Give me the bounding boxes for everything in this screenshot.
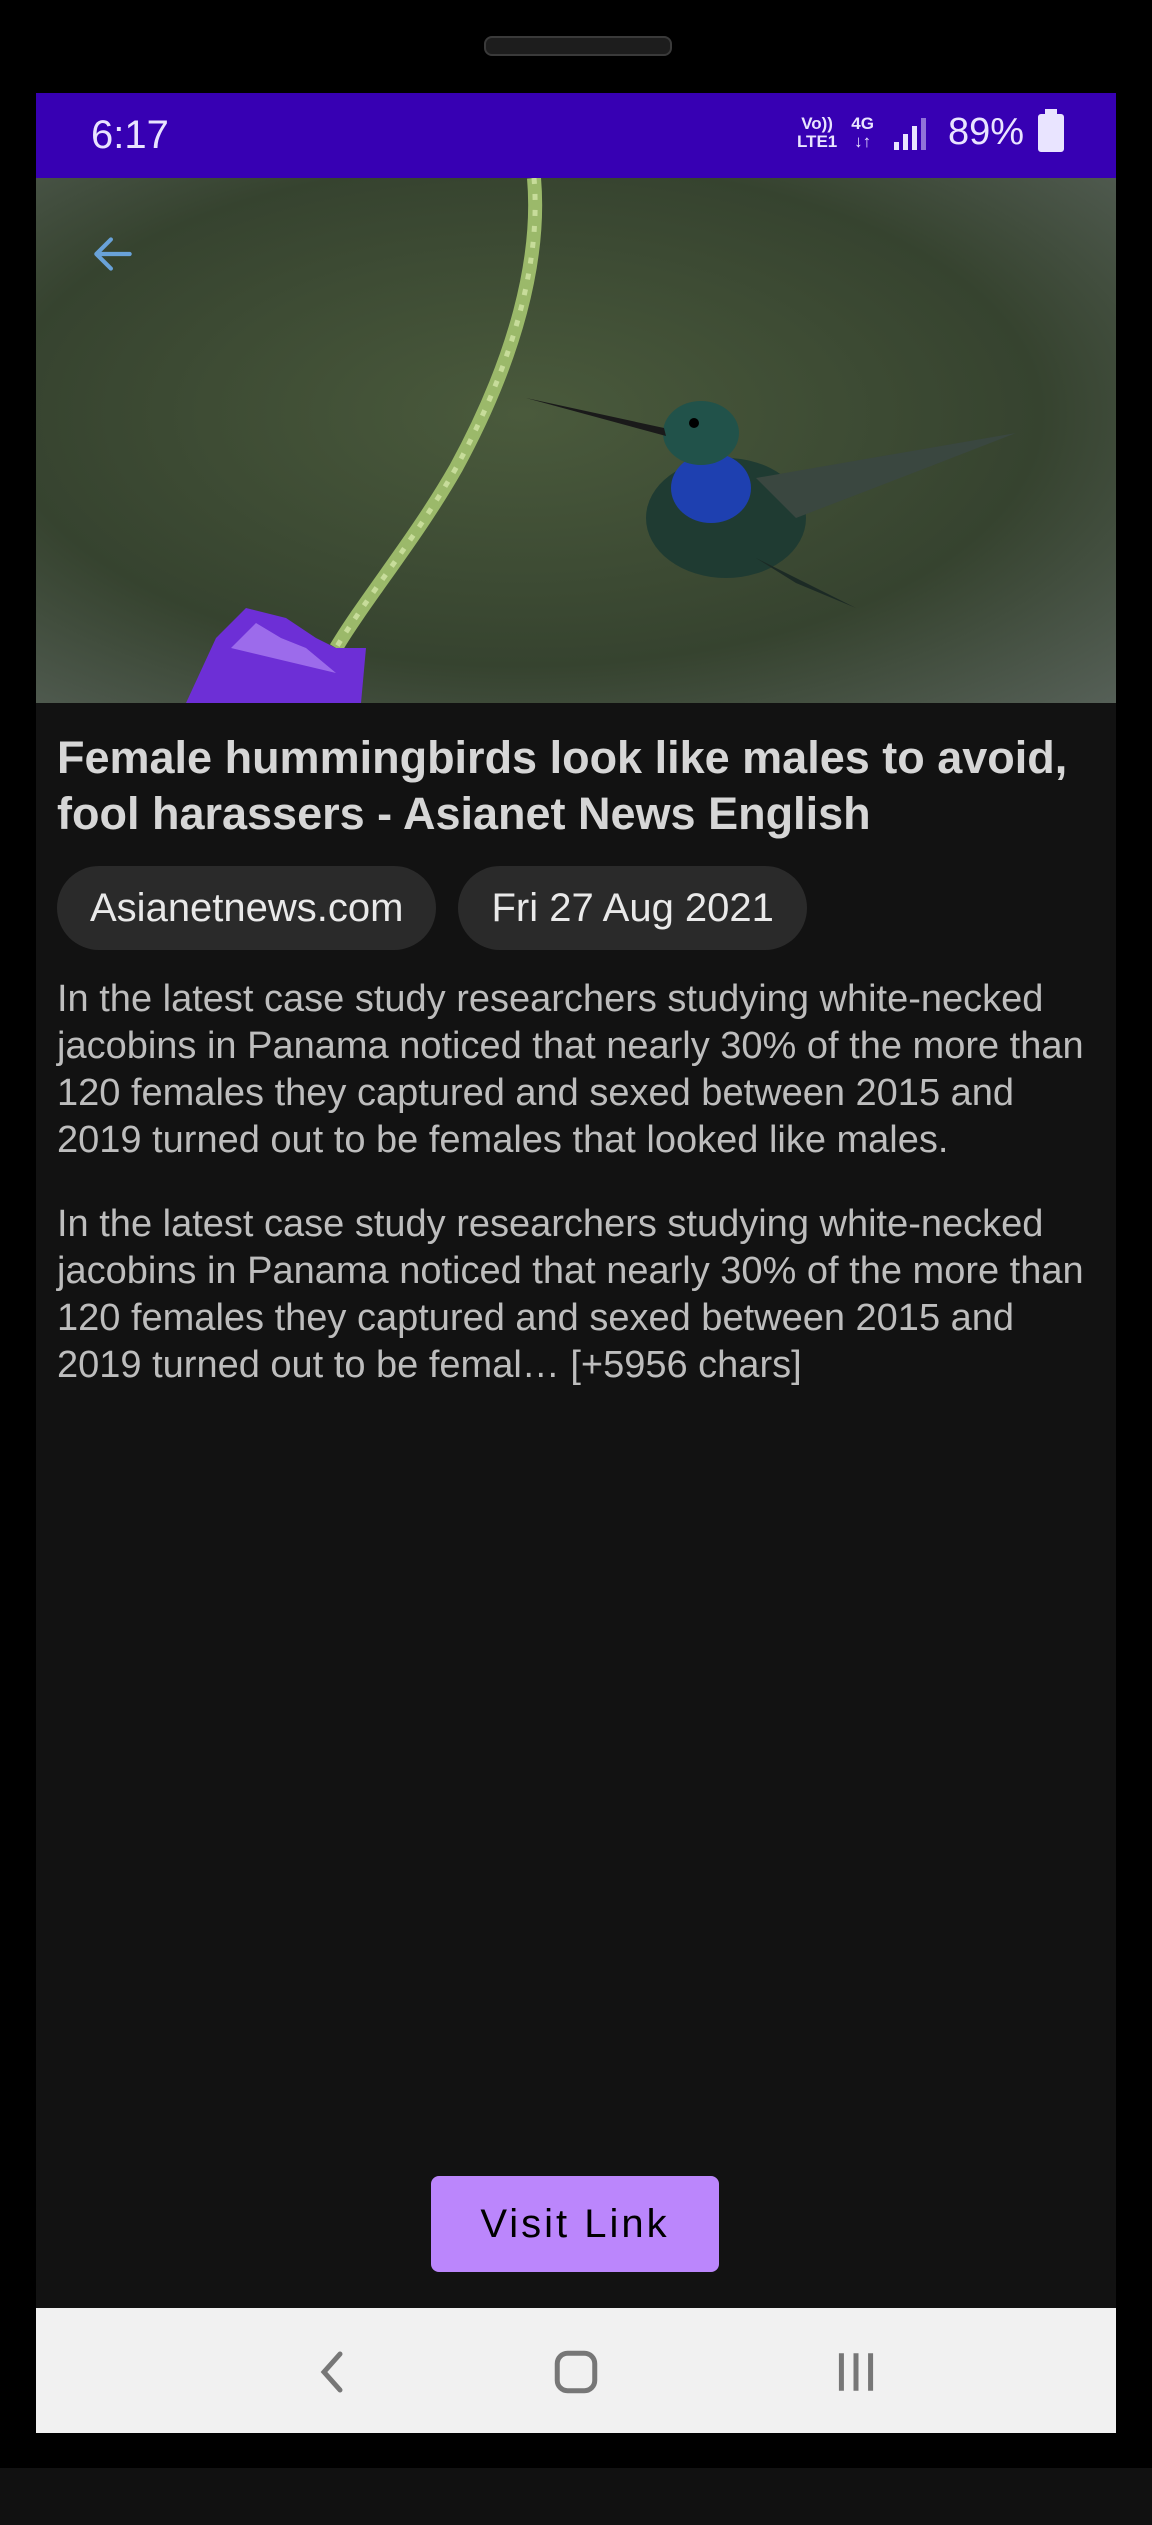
article-title: Female hummingbirds look like males to a… bbox=[57, 732, 1068, 839]
article-body: In the latest case study researchers stu… bbox=[57, 1203, 1084, 1386]
status-time: 6:17 bbox=[91, 113, 169, 157]
nav-recents-button[interactable] bbox=[826, 2342, 886, 2402]
data-arrows-icon: ↓↑ bbox=[854, 131, 872, 151]
article-description: In the latest case study researchers stu… bbox=[57, 978, 1084, 1161]
volte-indicator: Vo)) LTE1 bbox=[796, 113, 838, 151]
article-image bbox=[36, 178, 1116, 703]
visit-link-button[interactable]: Visit Link bbox=[431, 2176, 719, 2272]
article-meta: Asianetnews.com Fri 27 Aug 2021 bbox=[57, 866, 1097, 950]
signal-icon bbox=[893, 116, 926, 150]
chevron-left-icon bbox=[320, 2351, 343, 2393]
volte-label: Vo)) bbox=[801, 113, 833, 133]
nav-back-button[interactable] bbox=[302, 2342, 362, 2402]
system-nav-bar bbox=[36, 2308, 1116, 2433]
status-bar: 6:17 Vo)) LTE1 4G ↓↑ 89% bbox=[36, 93, 1116, 178]
screen: 6:17 Vo)) LTE1 4G ↓↑ 89% Female hummingb… bbox=[36, 93, 1116, 2433]
battery-percent: 89% bbox=[947, 111, 1024, 153]
network-gen-indicator: 4G ↓↑ bbox=[851, 113, 874, 151]
network-gen-label: 4G bbox=[851, 113, 874, 133]
phone-frame: 6:17 Vo)) LTE1 4G ↓↑ 89% Female hummingb… bbox=[0, 0, 1152, 2525]
speaker-grille bbox=[484, 36, 672, 56]
hummingbird-image bbox=[36, 178, 1116, 703]
bottom-bezel bbox=[0, 2468, 1152, 2525]
article-content: Female hummingbirds look like males to a… bbox=[57, 730, 1097, 1389]
back-button[interactable] bbox=[82, 223, 144, 285]
nav-home-button[interactable] bbox=[546, 2342, 606, 2402]
status-indicators: Vo)) LTE1 4G ↓↑ 89% bbox=[796, 108, 1064, 154]
lte-label: LTE1 bbox=[796, 131, 838, 151]
source-chip: Asianetnews.com bbox=[57, 866, 437, 950]
date-chip: Fri 27 Aug 2021 bbox=[458, 866, 807, 950]
arrow-back-icon bbox=[94, 237, 132, 271]
home-icon bbox=[554, 2350, 598, 2394]
recents-icon bbox=[838, 2353, 874, 2391]
battery-charging-icon bbox=[1038, 108, 1064, 152]
